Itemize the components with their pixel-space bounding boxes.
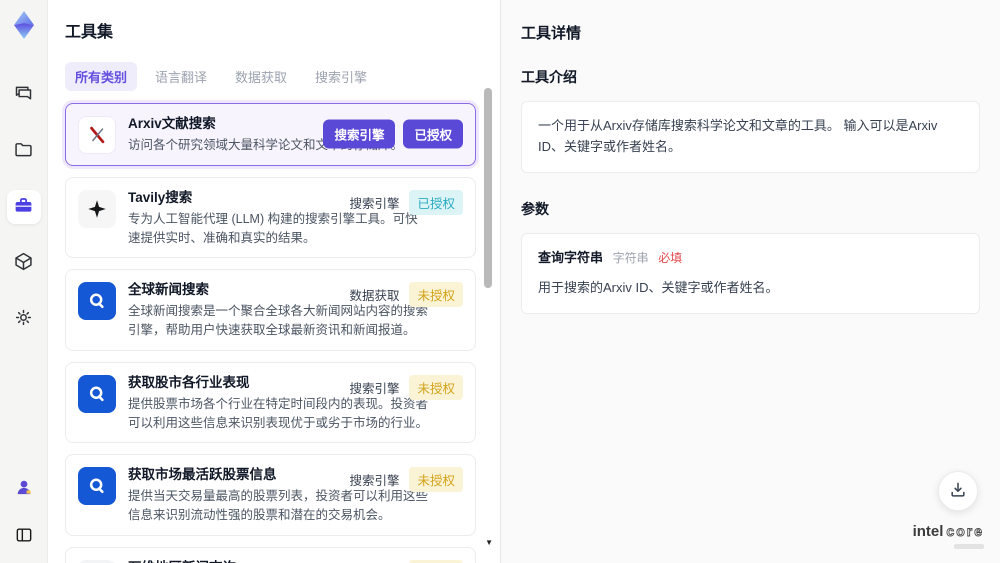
intel-logo-sub-badge	[954, 544, 984, 549]
tool-auth-badge: 已授权	[403, 119, 463, 149]
tool-card[interactable]: 全球新闻搜索 全球新闻搜索是一个聚合全球各大新闻网站内容的搜索引擎，帮助用户快速…	[65, 269, 476, 351]
page-title: 工具集	[65, 24, 114, 41]
news-search-app-icon	[78, 282, 116, 321]
sidebar-bottom	[7, 471, 41, 553]
download-button[interactable]	[938, 471, 978, 511]
scroll-down-icon[interactable]: ▼	[485, 539, 493, 547]
tool-card-description: 提供当天交易量最高的股票列表，投资者可以利用这些信息来识别流动性强的股票和潜在的…	[128, 489, 429, 522]
app-logo-icon	[7, 8, 41, 42]
tool-card[interactable]: 获取股市各行业表现 提供股票市场各个行业在特定时间段内的表现。投资者可以利用这些…	[65, 361, 476, 444]
tool-card-tags: 搜索引擎 已授权	[323, 119, 463, 149]
tool-card-description: 全球新闻搜索是一个聚合全球各大新闻网站内容的搜索引擎，帮助用户快速获取全球最新资…	[128, 304, 429, 337]
tool-auth-badge: 未授权	[409, 282, 463, 308]
details-title: 工具详情	[521, 25, 582, 42]
tool-category-badge: 搜索引擎	[349, 196, 400, 211]
settings-gear-icon	[13, 307, 34, 331]
tool-category-badge: 搜索引擎	[349, 474, 400, 489]
intro-heading: 工具介绍	[521, 69, 577, 85]
param-header: 查询字符串 字符串 必填	[538, 248, 963, 269]
category-tab[interactable]: 数据获取	[225, 62, 297, 91]
params-heading: 参数	[521, 200, 549, 217]
tool-card[interactable]: 获取市场最活跃股票信息 提供当天交易量最高的股票列表，投资者可以利用这些信息来识…	[65, 454, 476, 536]
arxiv-logo-icon	[78, 116, 116, 154]
category-tab[interactable]: 语言翻译	[145, 62, 217, 91]
tool-auth-badge: 已授权	[409, 189, 463, 215]
tool-card-tags: 数据获取 未授权	[349, 282, 463, 308]
tools-panel: 工具集 所有类别 语言翻译 数据获取 搜索引擎 Arxiv文献搜索 访问各个研究…	[48, 0, 500, 563]
tool-category-badge: 搜索引擎	[323, 119, 396, 149]
panel-toggle-icon	[14, 525, 34, 548]
tool-card[interactable]: 万维地区新闻查询 查询具体行政区划内的新闻，快速了解各地新闻动 搜索引擎 未授权	[65, 546, 476, 563]
download-icon	[948, 480, 968, 503]
tool-card-tags: 搜索引擎 未授权	[349, 467, 463, 493]
collapse-sidebar-button[interactable]	[7, 519, 41, 553]
tool-list: Arxiv文献搜索 访问各个研究领域大量科学论文和文章的存储库。 搜索引擎 已授…	[65, 103, 476, 563]
package-icon	[13, 251, 34, 275]
category-tab[interactable]: 所有类别	[65, 62, 138, 91]
tool-card-tags: 搜索引擎 未授权	[349, 374, 463, 400]
app-window: 工具集 所有类别 语言翻译 数据获取 搜索引擎 Arxiv文献搜索 访问各个研究…	[0, 0, 1000, 563]
folder-icon	[13, 139, 34, 163]
news-search-app-icon	[78, 467, 116, 506]
category-tab[interactable]: 搜索引擎	[305, 62, 377, 91]
toolbox-icon	[13, 195, 34, 219]
param-description: 用于搜索的Arxiv ID、关键字或作者姓名。	[538, 280, 779, 296]
sidebar-nav	[6, 78, 41, 336]
scrollbar-thumb[interactable]	[484, 88, 492, 288]
sidebar	[0, 0, 48, 563]
user-avatar-icon	[14, 477, 34, 500]
list-scrollbar[interactable]	[484, 88, 492, 549]
tool-category-badge: 数据获取	[349, 289, 400, 304]
intel-wordmark: intel	[912, 523, 944, 540]
category-tabs: 所有类别 语言翻译 数据获取 搜索引擎	[65, 62, 476, 91]
tool-category-badge: 搜索引擎	[349, 381, 400, 396]
sidebar-item-packages[interactable]	[7, 246, 41, 280]
tool-card-description: 专为人工智能代理 (LLM) 构建的搜索引擎工具。可快速提供实时、准确和真实的结…	[128, 211, 418, 245]
param-type: 字符串	[612, 250, 649, 265]
tool-card-description: 提供股票市场各个行业在特定时间段内的表现。投资者可以利用这些信息来识别表现优于或…	[128, 396, 429, 430]
details-panel: 工具详情 工具介绍 一个用于从Arxiv存储库搜索科学论文和文章的工具。 输入可…	[500, 0, 1000, 563]
tool-auth-badge: 未授权	[409, 374, 463, 400]
tool-card-tags: 搜索引擎 已授权	[349, 189, 463, 215]
tool-intro-text: 一个用于从Arxiv存储库搜索科学论文和文章的工具。 输入可以是Arxiv ID…	[521, 101, 980, 173]
chat-icon	[13, 83, 34, 107]
intel-core-logo: intel core	[913, 524, 984, 549]
tool-auth-badge: 未授权	[409, 467, 463, 493]
tool-card[interactable]: Tavily搜索 专为人工智能代理 (LLM) 构建的搜索引擎工具。可快速提供实…	[65, 176, 476, 259]
tavily-star-icon	[78, 189, 116, 228]
sidebar-item-tools[interactable]	[6, 190, 41, 224]
news-search-app-icon	[78, 374, 116, 413]
param-required-badge: 必填	[658, 250, 683, 265]
sidebar-item-settings[interactable]	[7, 302, 41, 336]
tool-card[interactable]: Arxiv文献搜索 访问各个研究领域大量科学论文和文章的存储库。 搜索引擎 已授…	[65, 103, 476, 166]
sidebar-item-files[interactable]	[7, 134, 41, 168]
core-wordmark: core	[946, 523, 984, 539]
param-name: 查询字符串	[538, 249, 604, 265]
user-account-button[interactable]	[7, 471, 41, 505]
param-card: 查询字符串 字符串 必填 用于搜索的Arxiv ID、关键字或作者姓名。	[521, 232, 980, 315]
sidebar-item-chat[interactable]	[7, 78, 41, 112]
